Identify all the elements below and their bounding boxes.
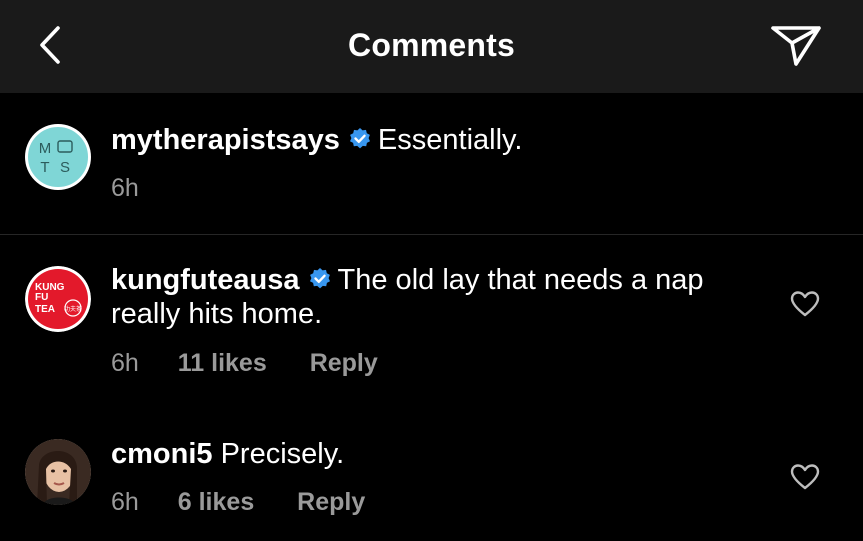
kungfu-chinese-mark: 功夫茶 [64,305,82,313]
comment-username[interactable]: cmoni5 [111,438,213,470]
comment-item: cmoni5 Precisely. 6h 6 likes Reply [0,405,863,541]
mts-letter-s: S [60,159,70,176]
mts-letter-m: M [39,140,52,157]
likes-count[interactable]: 11 likes [178,349,267,378]
comment-meta: 6h [111,174,139,203]
avatar[interactable] [25,439,91,505]
comment-line: cmoni5 Precisely. [111,437,344,471]
comment-time: 6h [111,349,139,377]
comment-line: kungfuteausa The old lay that needs a nap [111,263,704,297]
comment-line-2: really hits home. [111,297,322,331]
comment-meta: 6h 6 likes Reply [111,488,365,517]
reply-button[interactable]: Reply [297,488,365,517]
verified-badge-icon [309,268,330,289]
avatar[interactable]: M T S [25,124,91,190]
comment-line: mytherapistsays Essentially. [111,123,522,157]
kungfu-word-tea: TEA [35,304,55,315]
like-heart-icon[interactable] [790,290,820,318]
direct-send-icon[interactable] [768,20,824,70]
comment-meta: 6h 11 likes Reply [111,349,378,378]
comment-text-line1: The old lay that needs a nap [337,264,704,296]
page-title: Comments [348,27,515,63]
verified-badge-icon [349,128,370,149]
comment-time: 6h [111,174,139,202]
mts-logo-icon: M T S [26,125,90,189]
reply-button[interactable]: Reply [310,349,378,378]
mts-letter-t: T [40,159,49,176]
kung-fu-tea-logo-icon: KUNG FU TEA 功夫茶 [25,266,91,332]
comment-username[interactable]: mytherapistsays [111,124,340,156]
likes-count[interactable]: 6 likes [178,488,254,517]
comment-text: Precisely. [220,438,345,470]
comment-text: Essentially. [377,124,523,156]
header-bar: Comments [0,0,863,93]
like-heart-icon[interactable] [790,463,820,491]
avatar[interactable]: KUNG FU TEA 功夫茶 [25,266,91,332]
comment-item: KUNG FU TEA 功夫茶 kungfuteausa The old lay … [0,235,863,405]
kungfu-word-fu: FU [35,292,48,303]
comment-text-line2: really hits home. [111,298,323,330]
comment-username[interactable]: kungfuteausa [111,264,300,296]
comment-time: 6h [111,488,139,516]
comment-item: M T S mytherapistsays Essentially. 6h [0,93,863,234]
user-photo-icon [25,439,91,505]
